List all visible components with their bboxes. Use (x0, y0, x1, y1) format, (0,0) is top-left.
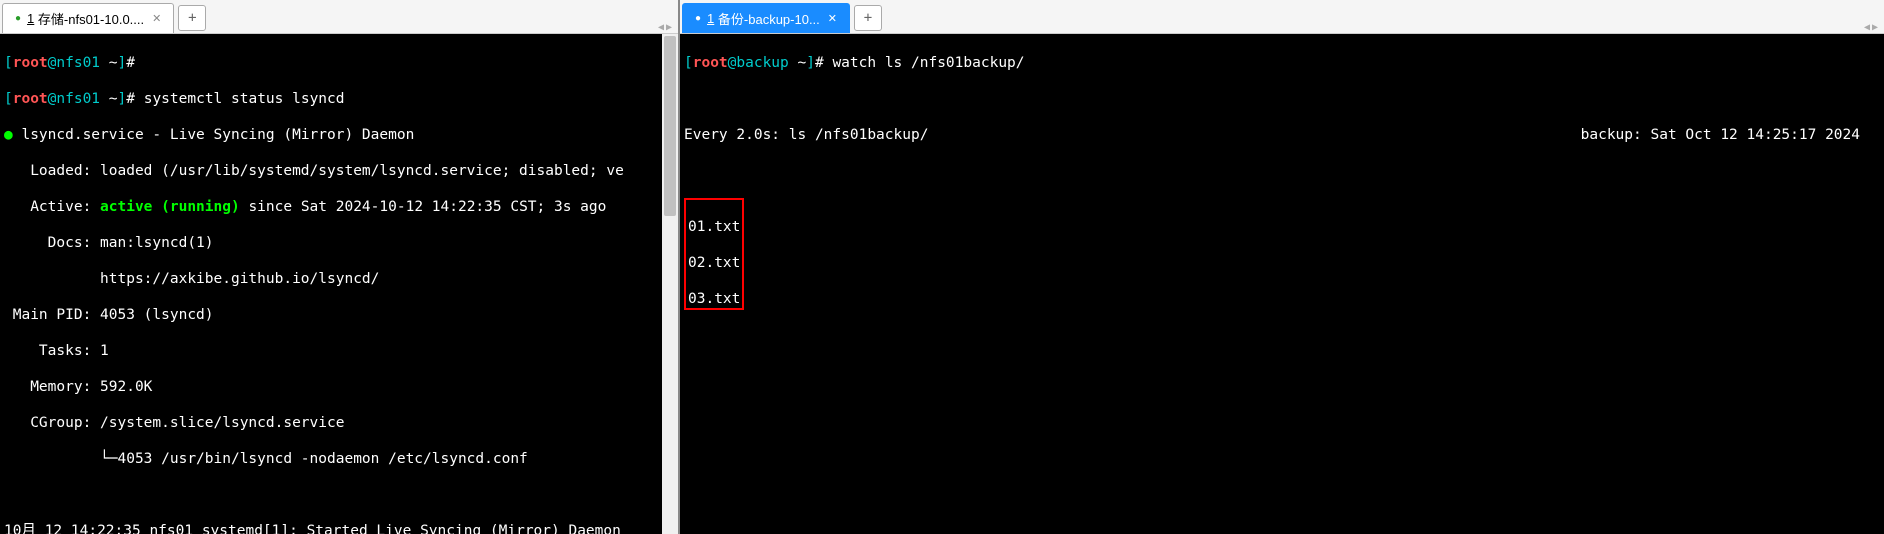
tab-prev-icon[interactable]: ◀ (1864, 22, 1870, 33)
watch-header-left: Every 2.0s: ls /nfs01backup/ (684, 126, 928, 144)
highlighted-output: 01.txt 02.txt 03.txt (684, 198, 744, 310)
terminal-wrapper-left: [root@nfs01 ~]# [root@nfs01 ~]# systemct… (0, 34, 678, 534)
terminal-right[interactable]: [root@backup ~]# watch ls /nfs01backup/ … (680, 34, 1884, 534)
tab-nav-arrows: ◀ ▶ (658, 22, 678, 33)
right-pane: 1 备份-backup-10... ✕ + ◀ ▶ [root@backup ~… (680, 0, 1884, 534)
watch-header-right: backup: Sat Oct 12 14:25:17 2024 (1581, 126, 1860, 144)
add-tab-button[interactable]: + (178, 5, 206, 31)
tab-prev-icon[interactable]: ◀ (658, 22, 664, 33)
tab-next-icon[interactable]: ▶ (1872, 22, 1878, 33)
tab-next-icon[interactable]: ▶ (666, 22, 672, 33)
tab-bar-right: 1 备份-backup-10... ✕ + ◀ ▶ (680, 0, 1884, 34)
terminal-wrapper-right: [root@backup ~]# watch ls /nfs01backup/ … (680, 34, 1884, 534)
tab-number: 1 (707, 11, 714, 26)
add-tab-button[interactable]: + (854, 5, 882, 31)
tab-number: 1 (27, 11, 34, 26)
close-icon[interactable]: ✕ (152, 12, 161, 25)
scrollbar-thumb[interactable] (664, 36, 676, 216)
terminal-left[interactable]: [root@nfs01 ~]# [root@nfs01 ~]# systemct… (0, 34, 662, 534)
close-icon[interactable]: ✕ (828, 12, 837, 25)
scrollbar[interactable] (662, 34, 678, 534)
tab-bar-left: 1 存储-nfs01-10.0.... ✕ + ◀ ▶ (0, 0, 678, 34)
tab-nav-arrows: ◀ ▶ (1864, 22, 1884, 33)
left-pane: 1 存储-nfs01-10.0.... ✕ + ◀ ▶ [root@nfs01 … (0, 0, 680, 534)
tab-nfs01[interactable]: 1 存储-nfs01-10.0.... ✕ (2, 3, 174, 33)
tab-label: 备份-backup-10... (718, 9, 820, 28)
tab-backup[interactable]: 1 备份-backup-10... ✕ (682, 3, 850, 33)
tab-label: 存储-nfs01-10.0.... (38, 9, 144, 28)
